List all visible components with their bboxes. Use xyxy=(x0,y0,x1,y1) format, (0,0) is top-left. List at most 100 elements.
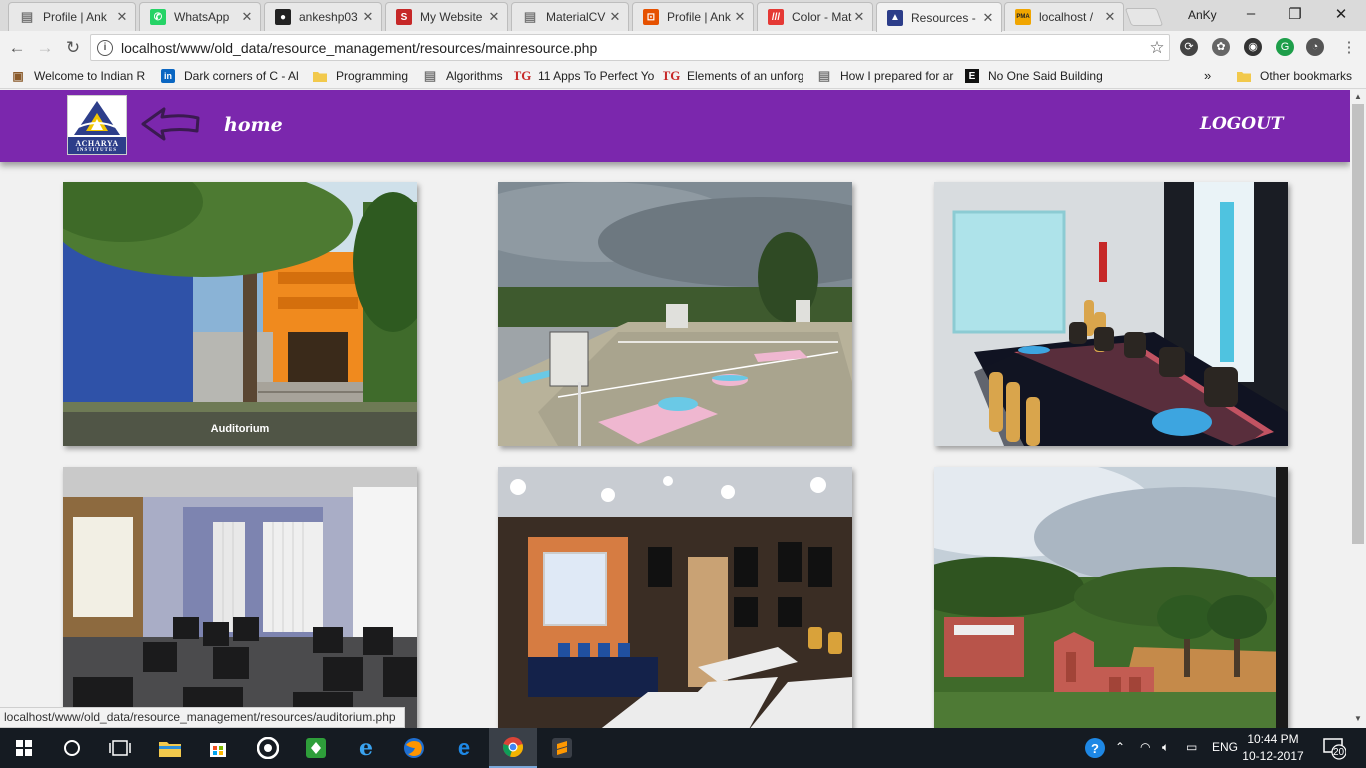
firefox-icon[interactable] xyxy=(390,728,438,768)
browser-tab[interactable]: ▤ Profile | Ank ✕ xyxy=(8,2,136,31)
acharya-logo[interactable]: ACHARYA INSTITUTES xyxy=(67,95,127,155)
notification-icon[interactable]: 20 xyxy=(1322,736,1347,763)
url-text[interactable]: localhost/www/old_data/resource_manageme… xyxy=(121,40,1145,56)
close-tab-icon[interactable]: ✕ xyxy=(981,10,995,26)
bookmark-item[interactable]: ▤ Algorithms xyxy=(422,68,508,84)
bookmark-label: Algorithms xyxy=(446,69,503,83)
help-icon[interactable]: ? xyxy=(1084,737,1106,762)
close-tab-icon[interactable]: ✕ xyxy=(733,9,747,25)
resource-caption[interactable]: Auditorium xyxy=(63,412,417,446)
page-content: ACHARYA INSTITUTES home LOGOUT Auditoriu… xyxy=(0,90,1350,728)
clock-date: 10-12-2017 xyxy=(1242,749,1304,763)
close-tab-icon[interactable]: ✕ xyxy=(608,9,622,25)
task-view-icon[interactable] xyxy=(96,728,144,768)
extension-leaf-icon[interactable]: ✿ xyxy=(1212,38,1230,56)
resource-card-boardroom[interactable] xyxy=(934,182,1288,446)
bookmarks-overflow[interactable]: » xyxy=(1204,68,1211,83)
bookmark-item[interactable]: in Dark corners of C - Al xyxy=(160,68,300,84)
bookmark-item[interactable]: E No One Said Building xyxy=(964,68,1104,84)
extension-globe-icon[interactable]: ◉ xyxy=(1244,38,1262,56)
address-bar[interactable]: i localhost/www/old_data/resource_manage… xyxy=(90,34,1170,61)
extension-speed-icon[interactable]: ◔ xyxy=(1306,38,1324,56)
back-arrow-icon[interactable] xyxy=(140,106,202,142)
chrome-taskbar-icon[interactable] xyxy=(489,728,537,768)
browser-tab[interactable]: PMA localhost / ✕ xyxy=(1004,2,1124,31)
bookmark-item[interactable]: ▤ How I prepared for ar xyxy=(816,68,956,84)
bookmark-item[interactable]: ▣ Welcome to Indian R xyxy=(10,68,150,84)
browser-tab[interactable]: ● ankeshp03 ✕ xyxy=(264,2,382,31)
doc-icon: ▤ xyxy=(20,9,34,24)
browser-tab[interactable]: S My Website ✕ xyxy=(385,2,508,31)
other-bookmarks[interactable]: Other bookmarks xyxy=(1236,68,1352,84)
browser-tab[interactable]: ⊡ Profile | Ank ✕ xyxy=(632,2,754,31)
mat-icon: /// xyxy=(768,9,784,25)
bookmark-item[interactable]: TG Elements of an unforg xyxy=(663,68,803,84)
close-tab-icon[interactable]: ✕ xyxy=(852,9,866,25)
close-tab-icon[interactable]: ✕ xyxy=(1103,9,1117,25)
sublime-text-icon[interactable] xyxy=(538,728,586,768)
profile-name[interactable]: AnKy xyxy=(1188,8,1217,22)
close-tab-icon[interactable]: ✕ xyxy=(115,9,129,25)
site-header: ACHARYA INSTITUTES home LOGOUT xyxy=(0,90,1350,162)
tab-title: Profile | Ank xyxy=(43,10,107,24)
search-icon[interactable] xyxy=(48,728,96,768)
clock[interactable]: 10:44 PM 10-12-2017 xyxy=(1242,731,1304,765)
bookmark-star-icon[interactable]: ☆ xyxy=(1145,38,1169,58)
resource-card-auditorium[interactable]: Auditorium xyxy=(63,182,417,446)
browser-tab[interactable]: /// Color - Mat ✕ xyxy=(757,2,873,31)
close-window-icon[interactable]: ✕ xyxy=(1326,5,1356,23)
scroll-down-icon[interactable]: ▼ xyxy=(1350,714,1366,723)
store-icon[interactable] xyxy=(194,728,242,768)
internet-explorer-icon[interactable]: e xyxy=(342,728,390,768)
doc-icon: ▤ xyxy=(523,9,537,24)
app-green-icon[interactable] xyxy=(292,728,340,768)
logout-link[interactable]: LOGOUT xyxy=(1200,114,1284,134)
media-player-icon[interactable] xyxy=(244,728,292,768)
page-scrollbar[interactable]: ▲ ▼ xyxy=(1350,90,1366,728)
wifi-icon[interactable]: ◠ xyxy=(1140,740,1150,754)
close-tab-icon[interactable]: ✕ xyxy=(361,9,375,25)
language-indicator[interactable]: ENG xyxy=(1212,740,1238,754)
home-link[interactable]: home xyxy=(224,114,283,136)
info-icon[interactable]: i xyxy=(97,39,113,56)
tab-title: localhost / xyxy=(1039,10,1094,24)
menu-icon[interactable]: ⋮ xyxy=(1338,37,1360,59)
scroll-up-icon[interactable]: ▲ xyxy=(1350,92,1366,101)
bookmark-label: No One Said Building xyxy=(988,69,1103,83)
file-explorer-icon[interactable] xyxy=(146,728,194,768)
doc-icon: ▤ xyxy=(817,68,831,83)
extension-grammarly-icon[interactable]: G xyxy=(1276,38,1294,56)
close-tab-icon[interactable]: ✕ xyxy=(487,9,501,25)
bookmark-item[interactable]: Programming xyxy=(312,68,412,84)
new-tab-button[interactable] xyxy=(1124,8,1164,26)
bookmark-label: Welcome to Indian R xyxy=(34,69,146,83)
computer-lab-photo xyxy=(63,467,417,728)
resource-card-court[interactable] xyxy=(498,182,852,446)
browser-tab[interactable]: ▤ MaterialCV ✕ xyxy=(511,2,629,31)
scrollbar-thumb[interactable] xyxy=(1352,104,1364,544)
minimize-icon[interactable]: – xyxy=(1236,5,1266,22)
seminar-hall-photo xyxy=(498,467,852,728)
resource-card-seminar-hall[interactable] xyxy=(498,467,852,728)
chevron-up-icon[interactable]: ⌃ xyxy=(1115,740,1125,754)
tab-title: My Website xyxy=(420,10,483,24)
back-icon[interactable]: ← xyxy=(6,37,28,59)
forward-icon[interactable]: → xyxy=(34,37,56,59)
extension-sync-icon[interactable]: ⟳ xyxy=(1180,38,1198,56)
bookmark-label: Dark corners of C - Al xyxy=(184,69,299,83)
resource-card-campus-view[interactable] xyxy=(934,467,1288,728)
notification-count: 20 xyxy=(1333,747,1345,758)
resource-card-computer-lab[interactable] xyxy=(63,467,417,728)
bookmark-item[interactable]: TG 11 Apps To Perfect Yo xyxy=(514,68,654,84)
close-tab-icon[interactable]: ✕ xyxy=(240,9,254,25)
pma-icon: PMA xyxy=(1015,9,1031,25)
github-icon: ● xyxy=(275,9,291,25)
reload-icon[interactable]: ↻ xyxy=(62,37,84,59)
browser-tab[interactable]: ▲ Resources - ✕ xyxy=(876,2,1002,32)
volume-icon[interactable]: 🔈︎ xyxy=(1162,740,1169,755)
restore-icon[interactable]: ❐ xyxy=(1280,5,1310,23)
browser-tab[interactable]: ✆ WhatsApp ✕ xyxy=(139,2,261,31)
start-icon[interactable] xyxy=(0,728,48,768)
edge-icon[interactable]: e xyxy=(440,728,488,768)
battery-icon[interactable]: ▭ xyxy=(1186,740,1197,754)
